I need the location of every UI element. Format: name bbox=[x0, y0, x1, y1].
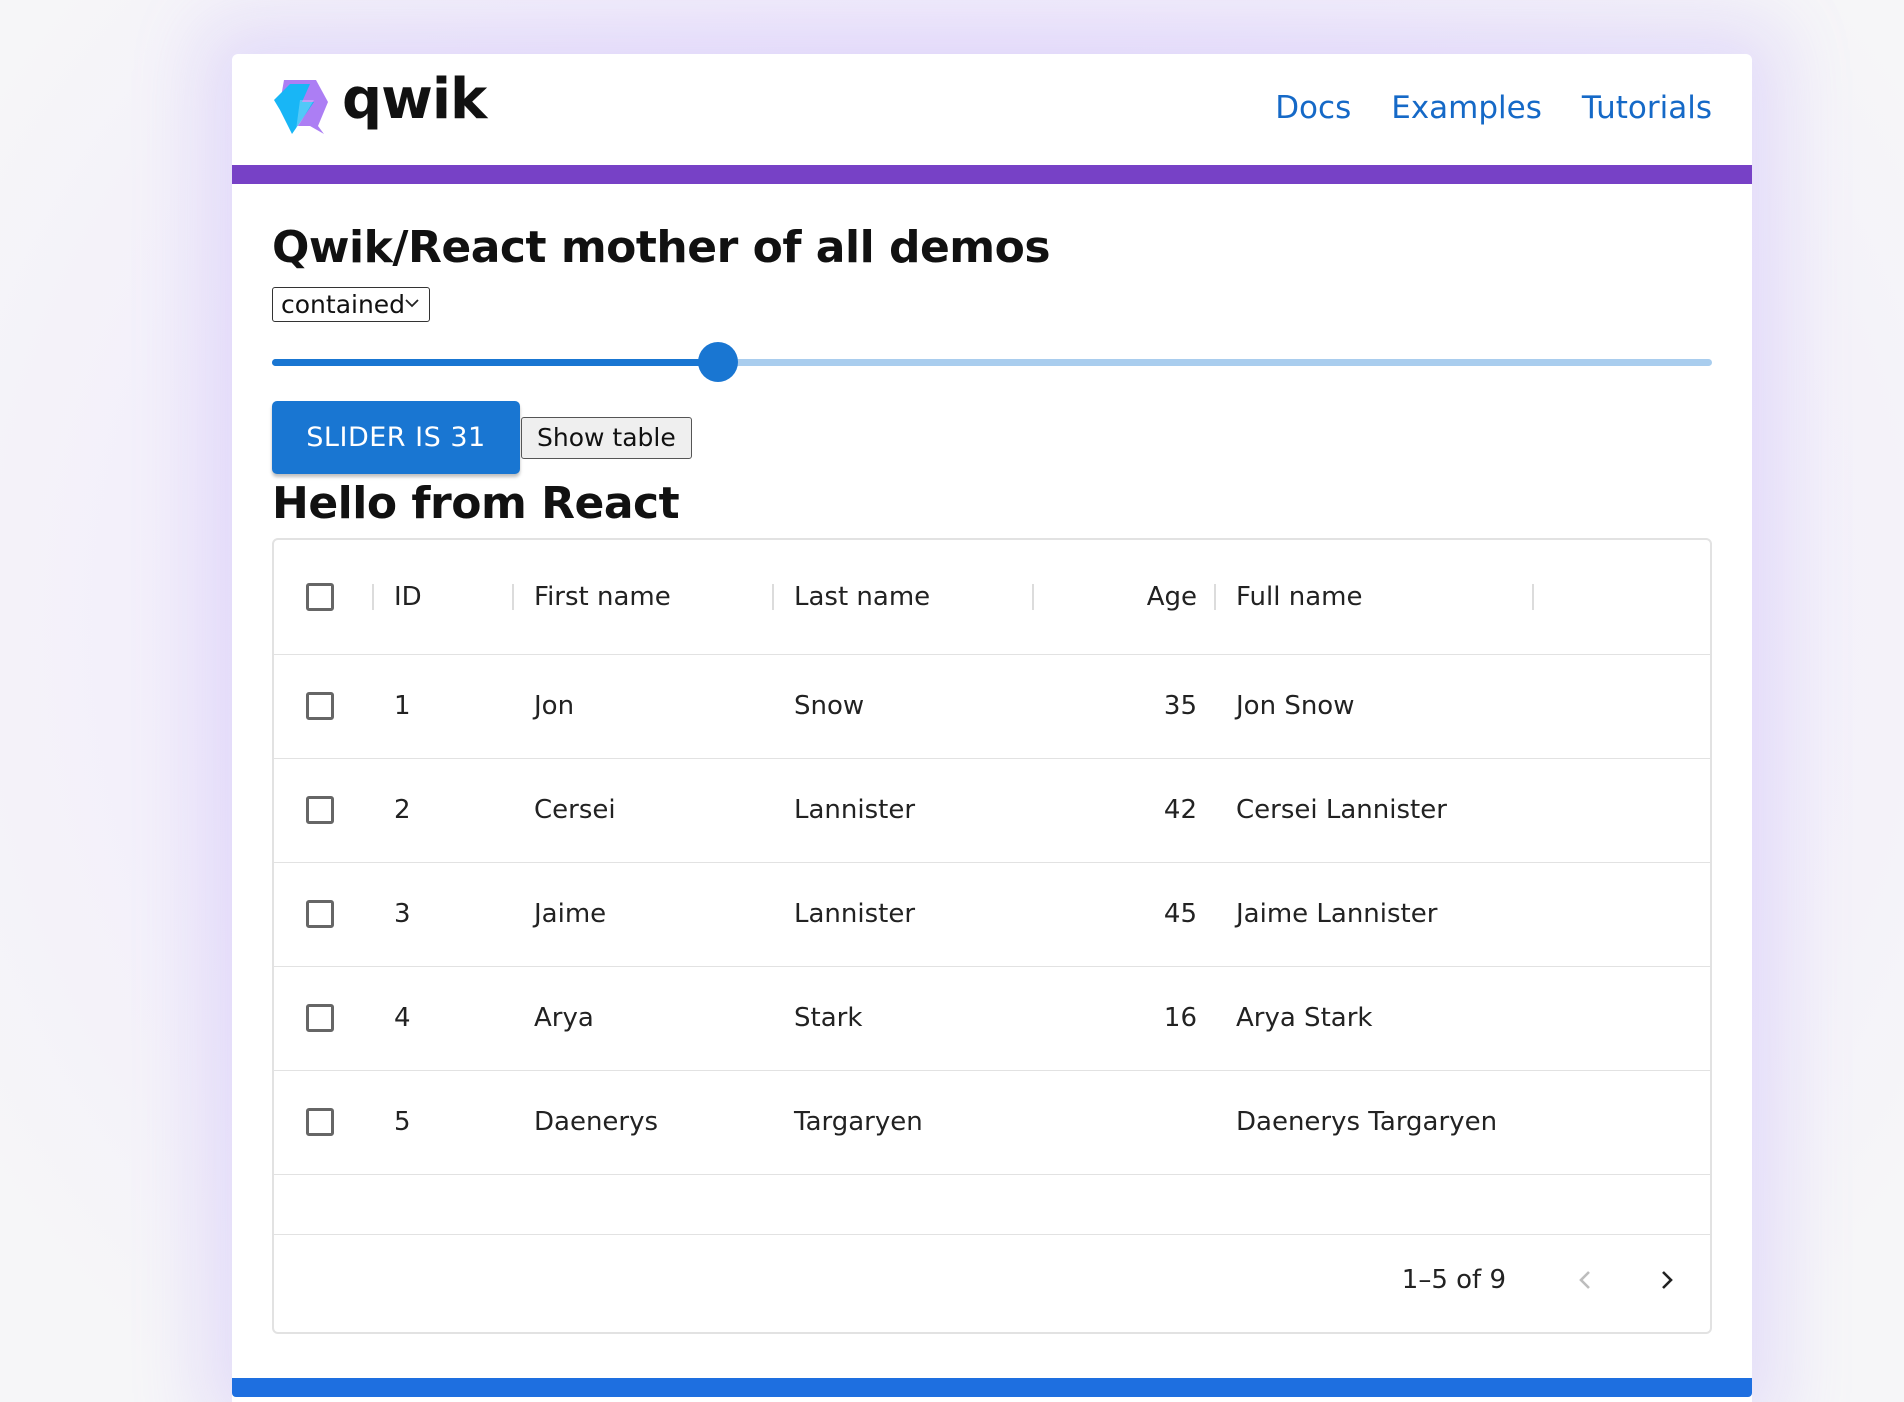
column-separator[interactable] bbox=[372, 584, 374, 610]
section-title: Hello from React bbox=[272, 478, 680, 529]
table-row[interactable]: 2 Cersei Lannister 42 Cersei Lannister bbox=[274, 758, 1710, 863]
main-content: Qwik/React mother of all demos contained… bbox=[232, 184, 1752, 526]
cell-last-name: Stark bbox=[794, 1003, 863, 1033]
cell-full-name: Jon Snow bbox=[1236, 691, 1355, 721]
cell-id: 3 bbox=[394, 899, 411, 929]
top-nav: Docs Examples Tutorials bbox=[1275, 90, 1712, 126]
chevron-down-icon bbox=[405, 299, 419, 308]
cell-last-name: Targaryen bbox=[794, 1107, 923, 1137]
row-checkbox[interactable] bbox=[306, 1108, 334, 1136]
value-slider[interactable] bbox=[272, 342, 1712, 382]
cell-full-name: Daenerys Targaryen bbox=[1236, 1107, 1498, 1137]
cell-first-name: Arya bbox=[534, 1003, 594, 1033]
select-all-checkbox[interactable] bbox=[306, 583, 334, 611]
cell-age: 35 bbox=[1163, 691, 1197, 721]
cell-id: 1 bbox=[394, 691, 411, 721]
column-separator[interactable] bbox=[1532, 584, 1534, 610]
cell-first-name: Cersei bbox=[534, 795, 616, 825]
column-header-last-name[interactable]: Last name bbox=[794, 582, 930, 612]
cell-first-name: Daenerys bbox=[534, 1107, 659, 1137]
table-row[interactable]: 4 Arya Stark 16 Arya Stark bbox=[274, 966, 1710, 1071]
chevron-right-icon bbox=[1662, 1271, 1673, 1289]
logo-text: qwik bbox=[342, 67, 487, 132]
site-header: qwik Docs Examples Tutorials bbox=[232, 54, 1752, 165]
row-checkbox[interactable] bbox=[306, 900, 334, 928]
column-header-full-name[interactable]: Full name bbox=[1236, 582, 1362, 612]
cell-full-name: Arya Stark bbox=[1236, 1003, 1373, 1033]
buttons-row: SLIDER IS 31 Show table bbox=[272, 401, 1712, 474]
row-checkbox[interactable] bbox=[306, 1004, 334, 1032]
cell-full-name: Jaime Lannister bbox=[1236, 899, 1438, 929]
column-separator[interactable] bbox=[1214, 584, 1216, 610]
table-row[interactable]: 3 Jaime Lannister 45 Jaime Lannister bbox=[274, 862, 1710, 967]
table-row[interactable]: 5 Daenerys Targaryen Daenerys Targaryen bbox=[274, 1070, 1710, 1175]
column-separator[interactable] bbox=[512, 584, 514, 610]
column-separator[interactable] bbox=[772, 584, 774, 610]
slider-value-button[interactable]: SLIDER IS 31 bbox=[272, 401, 520, 474]
next-page-button[interactable] bbox=[1646, 1260, 1686, 1300]
column-header-age[interactable]: Age bbox=[1147, 582, 1197, 612]
pagination-info: 1–5 of 9 bbox=[1401, 1265, 1506, 1295]
mode-select[interactable]: contained bbox=[272, 287, 430, 322]
cell-id: 2 bbox=[394, 795, 411, 825]
cell-last-name: Snow bbox=[794, 691, 865, 721]
logo[interactable]: qwik bbox=[272, 72, 487, 136]
cell-last-name: Lannister bbox=[794, 795, 916, 825]
mode-select-value: contained bbox=[281, 290, 406, 319]
app-card: qwik Docs Examples Tutorials Qwik/React … bbox=[232, 54, 1752, 1402]
qwik-logo-icon bbox=[274, 80, 328, 134]
nav-docs-link[interactable]: Docs bbox=[1275, 90, 1351, 126]
table-row[interactable]: 1 Jon Snow 35 Jon Snow bbox=[274, 654, 1710, 759]
cell-id: 5 bbox=[394, 1107, 411, 1137]
prev-page-button[interactable] bbox=[1566, 1260, 1606, 1300]
slider-track-fill bbox=[272, 359, 719, 366]
header-accent-bar bbox=[232, 165, 1752, 184]
row-checkbox[interactable] bbox=[306, 796, 334, 824]
cell-age: 42 bbox=[1163, 795, 1197, 825]
chevron-left-icon bbox=[1579, 1271, 1590, 1289]
grid-footer: 1–5 of 9 bbox=[274, 1228, 1710, 1332]
cell-full-name: Cersei Lannister bbox=[1236, 795, 1447, 825]
show-table-button[interactable]: Show table bbox=[521, 416, 692, 459]
page-title: Qwik/React mother of all demos bbox=[272, 222, 1051, 273]
nav-examples-link[interactable]: Examples bbox=[1391, 90, 1542, 126]
column-separator[interactable] bbox=[1032, 584, 1034, 610]
column-header-id[interactable]: ID bbox=[394, 582, 422, 612]
cell-age: 45 bbox=[1163, 899, 1197, 929]
column-header-first-name[interactable]: First name bbox=[534, 582, 671, 612]
cell-last-name: Lannister bbox=[794, 899, 916, 929]
cell-id: 4 bbox=[394, 1003, 411, 1033]
footer-accent-bar bbox=[232, 1378, 1752, 1397]
cell-first-name: Jaime bbox=[534, 899, 607, 929]
row-checkbox[interactable] bbox=[306, 692, 334, 720]
grid-header-row: ID First name Last name Age Full name bbox=[274, 540, 1710, 655]
data-grid: ID First name Last name Age Full name 1 … bbox=[272, 538, 1712, 1334]
cell-age: 16 bbox=[1163, 1003, 1197, 1033]
slider-thumb[interactable] bbox=[698, 342, 739, 382]
nav-tutorials-link[interactable]: Tutorials bbox=[1582, 90, 1712, 126]
empty-row bbox=[274, 1174, 1710, 1235]
cell-first-name: Jon bbox=[534, 691, 575, 721]
